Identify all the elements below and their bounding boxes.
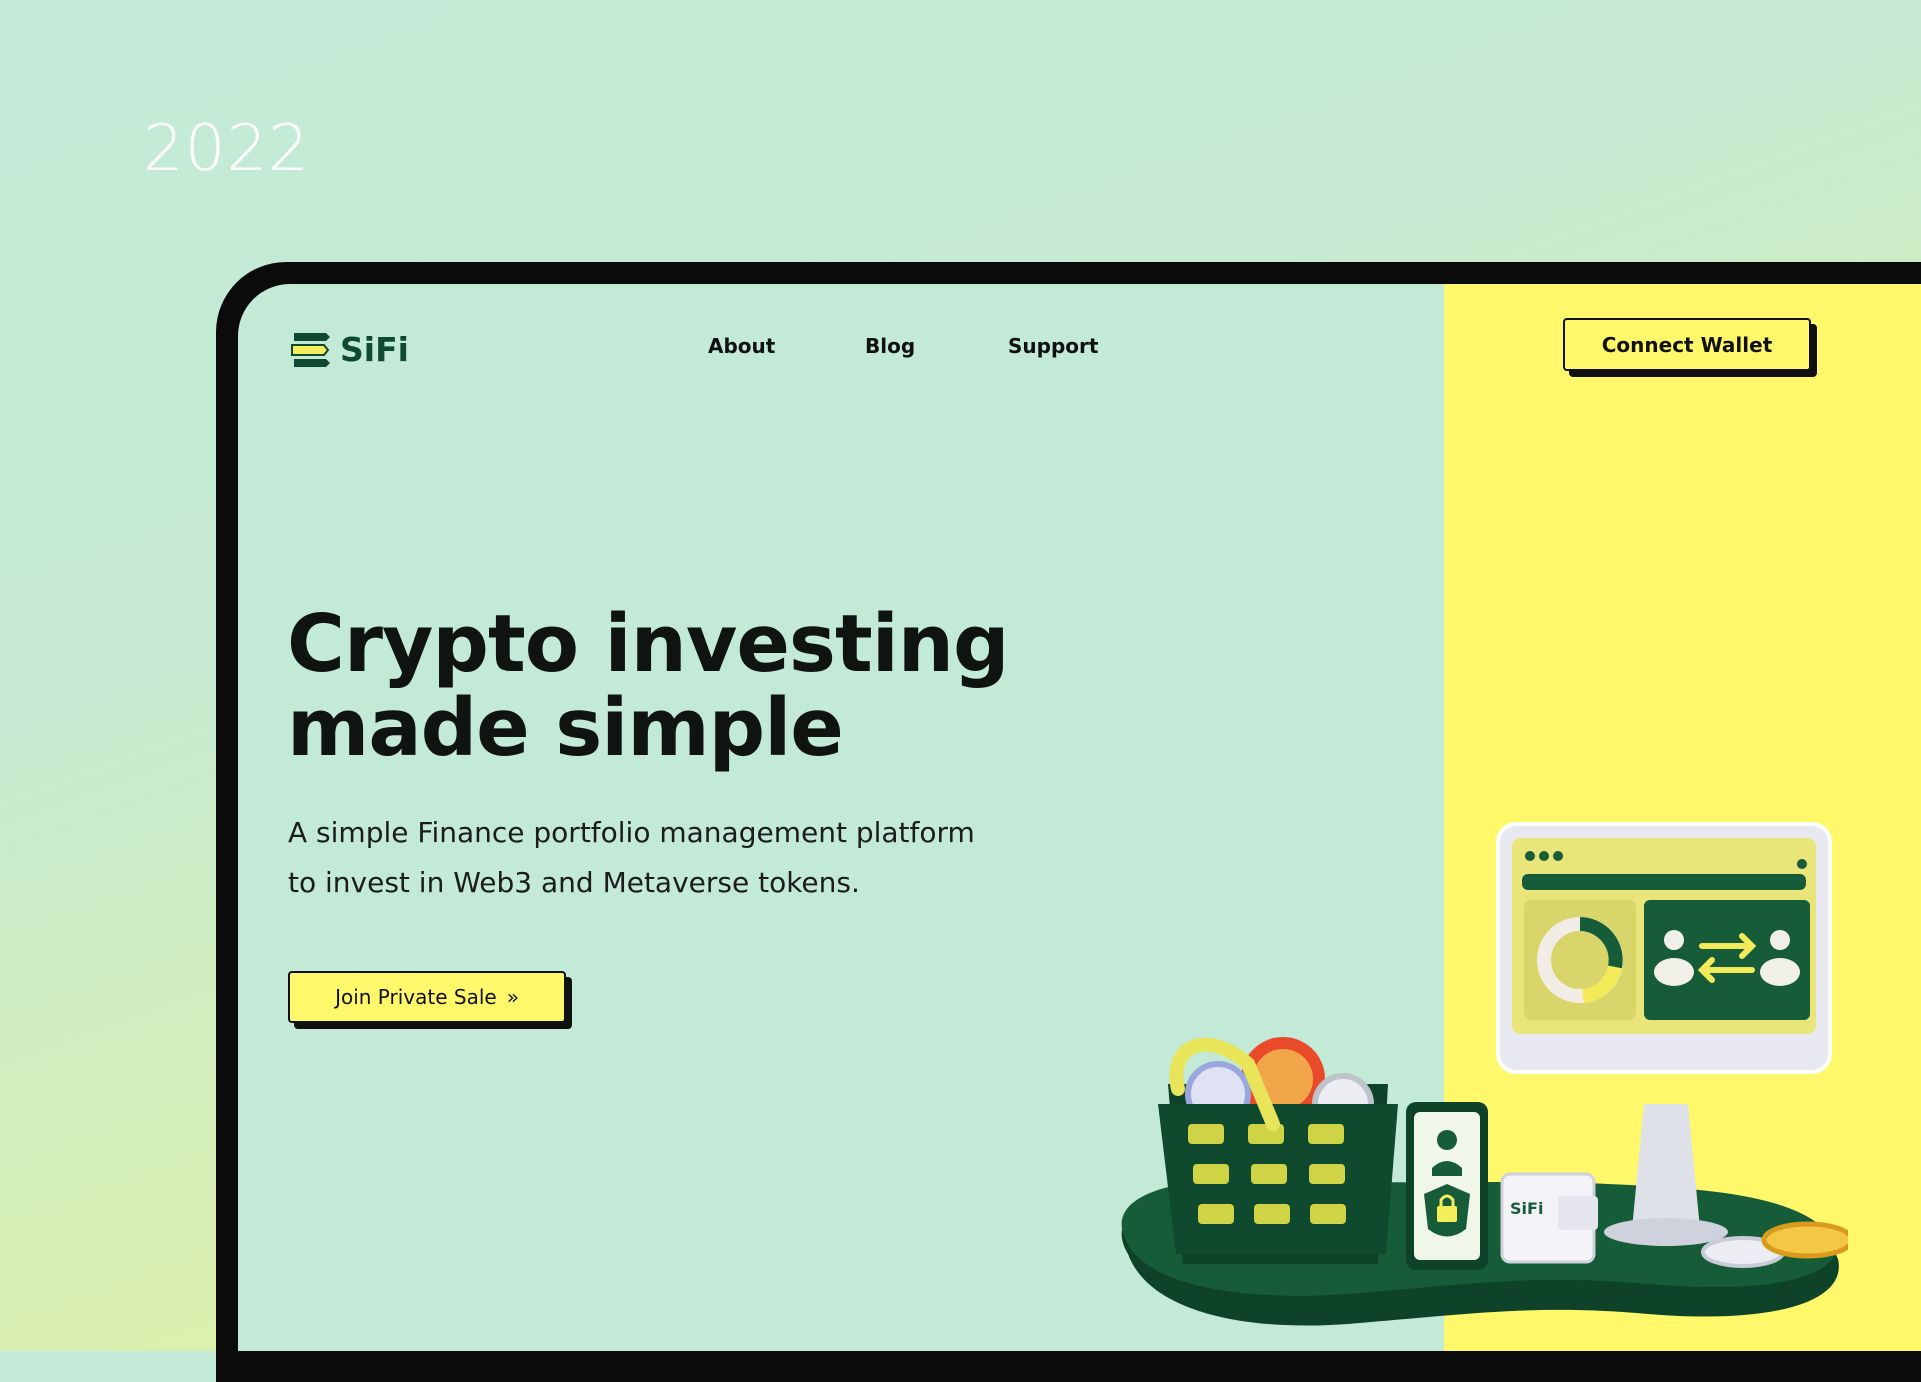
- hero-subtitle: A simple Finance portfolio management pl…: [288, 808, 1048, 908]
- hero-title-line2: made simple: [287, 682, 844, 774]
- wallet-icon: SiFi: [1500, 1172, 1598, 1264]
- hero-subtitle-line2: to invest in Web3 and Metaverse tokens.: [288, 866, 860, 899]
- nav-support[interactable]: Support: [1008, 334, 1098, 358]
- shopping-basket-icon: [1158, 1037, 1398, 1264]
- join-private-sale-inner: Join Private Sale »: [288, 971, 566, 1023]
- nav-blog[interactable]: Blog: [865, 334, 915, 358]
- join-private-sale-button[interactable]: Join Private Sale »: [288, 971, 572, 1029]
- connect-wallet-label: Connect Wallet: [1563, 318, 1811, 371]
- brand-logo[interactable]: SiFi: [290, 330, 409, 369]
- year-label: 2022: [143, 112, 310, 186]
- website-screen: SiFi About Blog Support Connect Wallet C…: [238, 284, 1921, 1351]
- phone-lock-icon: [1406, 1102, 1488, 1270]
- coin-gold: [1761, 1221, 1848, 1259]
- brand-name: SiFi: [340, 330, 409, 369]
- join-private-sale-label: Join Private Sale: [335, 985, 497, 1009]
- wallet-brand-text: SiFi: [1510, 1199, 1543, 1218]
- hero-subtitle-line1: A simple Finance portfolio management pl…: [288, 816, 975, 849]
- hero-title: Crypto investing made simple: [287, 602, 1010, 770]
- sifi-logo-icon: [291, 332, 330, 367]
- nav-about[interactable]: About: [708, 334, 775, 358]
- connect-wallet-button[interactable]: Connect Wallet: [1563, 318, 1817, 377]
- crypto-illustration: SiFi: [1121, 822, 1848, 1326]
- double-chevron-right-icon: »: [506, 985, 519, 1009]
- hero-title-line1: Crypto investing: [287, 598, 1010, 690]
